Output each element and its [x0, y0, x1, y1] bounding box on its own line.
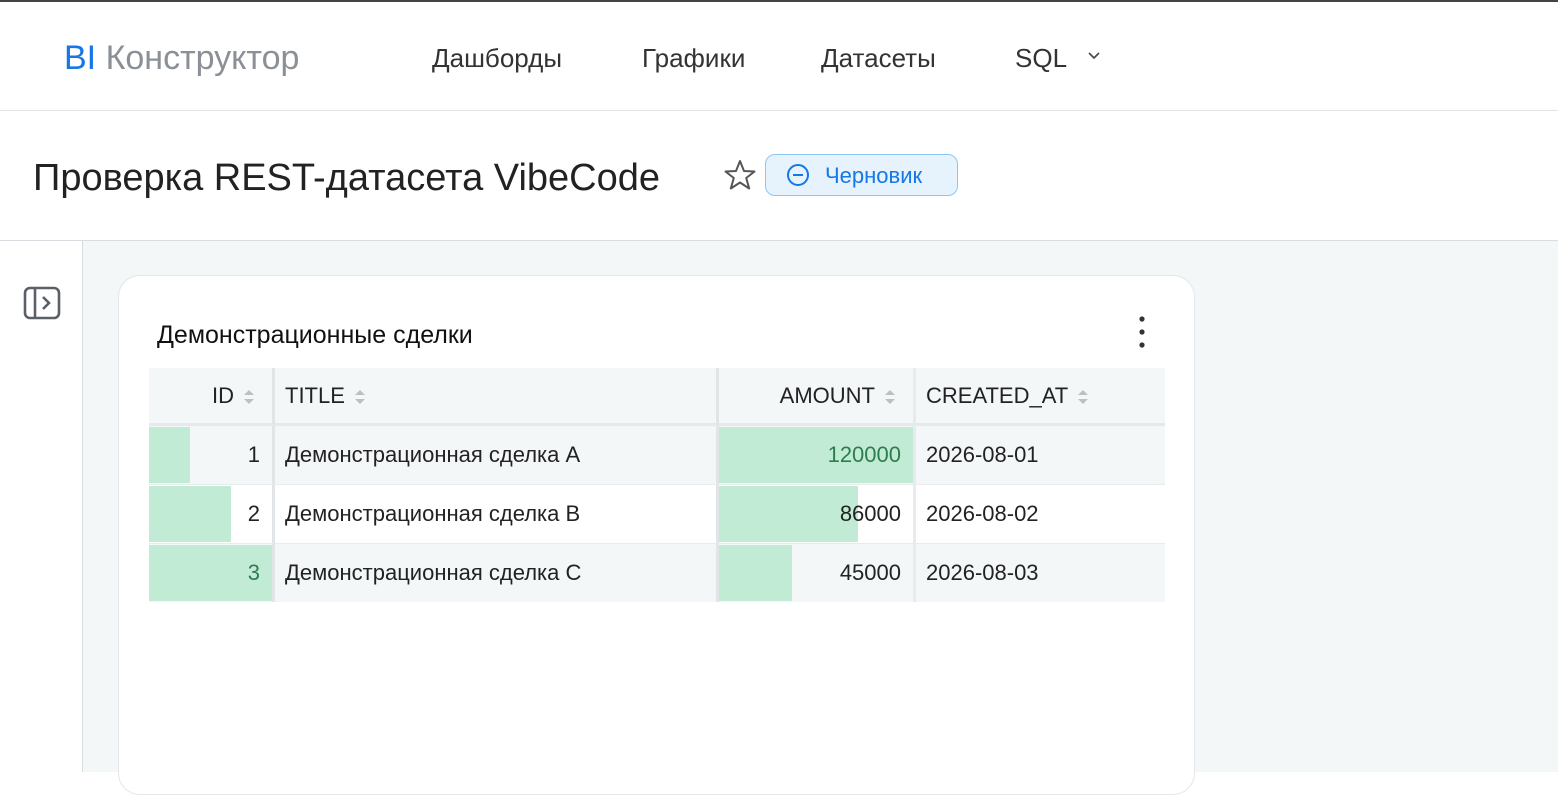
sort-icon — [244, 389, 254, 404]
sort-icon — [885, 389, 895, 404]
id-bar — [149, 427, 190, 483]
nav-charts[interactable]: Графики — [642, 42, 745, 74]
column-header-title[interactable]: TITLE — [275, 368, 719, 426]
cell-amount: 86000 — [719, 485, 916, 544]
sort-icon — [1078, 389, 1089, 404]
nav-dashboards[interactable]: Дашборды — [432, 42, 562, 74]
cell-amount-value: 86000 — [839, 501, 901, 526]
column-header-id[interactable]: ID — [149, 368, 275, 426]
cell-title: Демонстрационная сделка C — [275, 544, 719, 602]
star-icon[interactable] — [723, 158, 757, 192]
cell-created-at: 2026-08-03 — [916, 544, 1165, 602]
brand-prefix: BI — [64, 39, 97, 77]
cell-id-value: 2 — [247, 501, 260, 526]
minus-circle-icon — [787, 164, 809, 186]
brand-logo[interactable]: BI Конструктор — [64, 38, 299, 78]
nav-datasets[interactable]: Датасеты — [821, 42, 936, 74]
nav-sql-dropdown[interactable]: SQL — [1015, 42, 1101, 74]
cell-id: 3 — [149, 544, 275, 602]
amount-bar — [719, 486, 859, 542]
table-header-row: ID TITLE AMOUNT CREATED_AT — [149, 368, 1165, 426]
cell-id: 2 — [149, 485, 275, 544]
sidebar-toggle-icon[interactable] — [23, 286, 61, 320]
column-header-label: TITLE — [285, 382, 345, 408]
cell-amount: 45000 — [719, 544, 916, 602]
nav-dashboards-label: Дашборды — [432, 43, 562, 73]
cell-title-value: Демонстрационная сделка C — [285, 560, 582, 585]
dashboard-header: Проверка REST-датасета VibeCode Черновик — [0, 111, 1558, 241]
cell-amount-value: 120000 — [827, 442, 901, 467]
cell-amount-value: 45000 — [839, 560, 901, 585]
cell-id-value: 3 — [247, 560, 260, 585]
widget-title: Демонстрационные сделки — [157, 321, 473, 349]
nav-datasets-label: Датасеты — [821, 43, 936, 73]
column-header-label: ID — [212, 382, 234, 408]
chevron-down-icon — [1088, 52, 1100, 60]
cell-amount: 120000 — [719, 426, 916, 485]
amount-bar — [719, 545, 792, 601]
id-bar — [149, 486, 232, 542]
cell-created-at-value: 2026-08-01 — [926, 442, 1039, 467]
table-row[interactable]: 1 Демонстрационная сделка A 120000 2026-… — [149, 426, 1165, 485]
nav-sql-label: SQL — [1015, 43, 1067, 73]
cell-id: 1 — [149, 426, 275, 485]
status-badge-label: Черновик — [825, 163, 923, 188]
column-header-label: CREATED_AT — [926, 382, 1069, 408]
top-navbar: BI Конструктор Дашборды Графики Датасеты… — [0, 2, 1558, 111]
table-row[interactable]: 2 Демонстрационная сделка B 86000 2026-0… — [149, 485, 1165, 544]
table-widget: Демонстрационные сделки ID TITLE AMOUNT … — [118, 275, 1195, 795]
cell-title-value: Демонстрационная сделка B — [285, 501, 581, 526]
cell-created-at: 2026-08-01 — [916, 426, 1165, 485]
more-vertical-icon[interactable] — [1132, 314, 1152, 350]
left-sidebar — [0, 241, 83, 772]
cell-title-value: Демонстрационная сделка A — [285, 442, 581, 467]
cell-created-at: 2026-08-02 — [916, 485, 1165, 544]
column-header-label: AMOUNT — [779, 382, 875, 408]
column-header-amount[interactable]: AMOUNT — [719, 368, 916, 426]
column-header-created-at[interactable]: CREATED_AT — [916, 368, 1165, 426]
nav-charts-label: Графики — [642, 43, 746, 73]
status-badge: Черновик — [765, 154, 958, 196]
cell-title: Демонстрационная сделка A — [275, 426, 719, 485]
table-row[interactable]: 3 Демонстрационная сделка C 45000 2026-0… — [149, 544, 1165, 602]
cell-created-at-value: 2026-08-02 — [926, 501, 1039, 526]
cell-title: Демонстрационная сделка B — [275, 485, 719, 544]
sort-icon — [354, 389, 365, 404]
cell-created-at-value: 2026-08-03 — [926, 560, 1039, 585]
cell-id-value: 1 — [247, 442, 260, 467]
brand-name: Конструктор — [105, 39, 300, 77]
page-title: Проверка REST-датасета VibeCode — [33, 157, 660, 199]
data-table: ID TITLE AMOUNT CREATED_AT 1 Демонстраци… — [149, 368, 1165, 602]
